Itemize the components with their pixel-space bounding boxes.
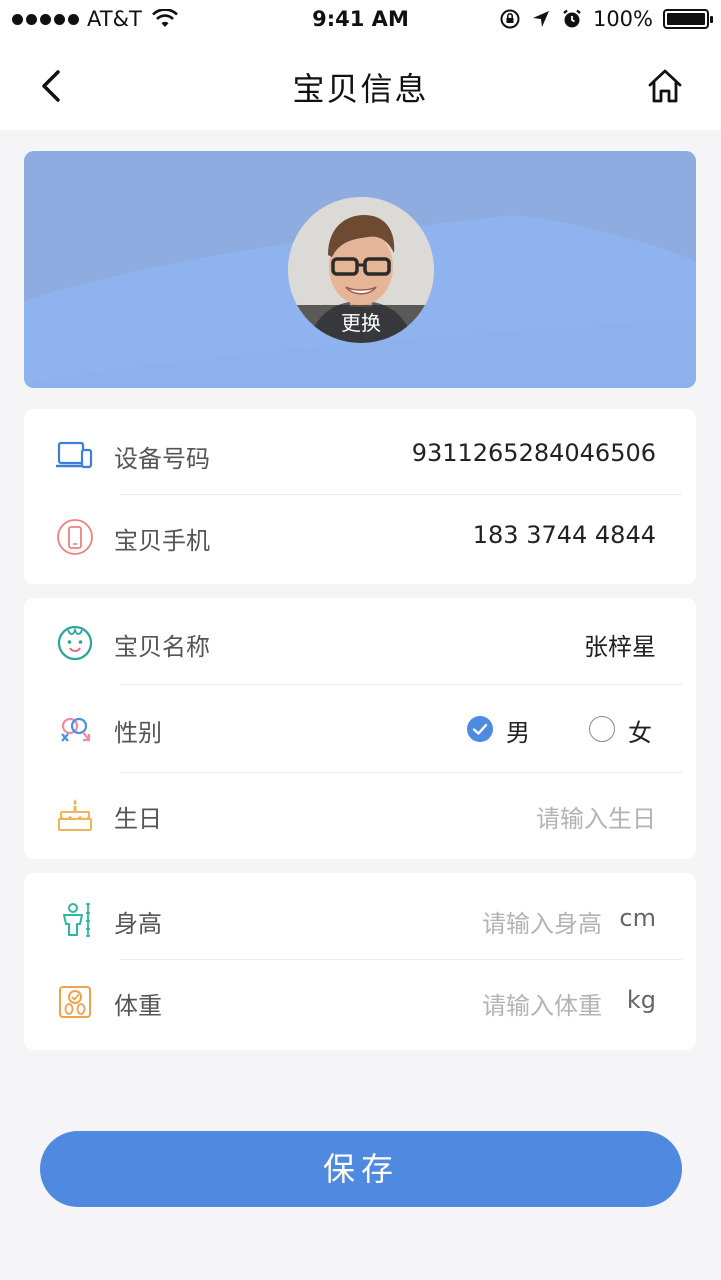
height-icon	[63, 903, 90, 937]
height-label: 身高	[114, 910, 162, 938]
body-measure-card: 身高 请输入身高 cm 体重 请输入体重 kg	[24, 873, 696, 1050]
height-unit: cm	[619, 904, 656, 932]
weight-row: 体重 请输入体重 kg	[24, 961, 696, 1041]
phone-icon	[57, 519, 93, 555]
divider	[120, 494, 682, 495]
birthday-input[interactable]: 请输入生日	[536, 799, 656, 834]
birthday-row[interactable]: 生日 请输入生日	[24, 774, 696, 854]
gender-row: 性别 男 女	[24, 688, 696, 768]
alarm-icon	[563, 9, 581, 28]
gender-male-label[interactable]: 男	[506, 713, 530, 748]
device-info-card: 设备号码 9311265284046506 宝贝手机 183 3744 4844	[24, 409, 696, 584]
height-input[interactable]: 请输入身高	[482, 904, 602, 939]
baby-profile-card: 宝贝名称 张梓星 性别 男 女 生日 请输入生日	[24, 598, 696, 859]
baby-face-icon	[57, 625, 93, 661]
birthday-cake-icon	[58, 799, 92, 831]
weight-input[interactable]: 请输入体重	[482, 986, 602, 1021]
rotation-lock-icon	[500, 9, 520, 29]
weight-label: 体重	[114, 992, 162, 1020]
location-icon	[532, 11, 549, 27]
navigation-bar: 宝贝信息	[0, 40, 721, 130]
check-icon	[472, 723, 488, 735]
device-number-row: 设备号码 9311265284046506	[24, 414, 696, 494]
device-number-label: 设备号码	[114, 445, 210, 473]
weight-unit: kg	[626, 986, 656, 1014]
baby-name-value: 张梓星	[584, 633, 656, 661]
page-title: 宝贝信息	[292, 70, 429, 108]
baby-phone-label: 宝贝手机	[114, 527, 210, 555]
height-row: 身高 请输入身高 cm	[24, 879, 696, 959]
gender-label: 性别	[114, 719, 162, 747]
gender-male-radio[interactable]	[467, 716, 493, 742]
battery-icon	[663, 9, 713, 29]
gender-female-label[interactable]: 女	[628, 713, 652, 748]
birthday-label: 生日	[114, 805, 162, 833]
baby-phone-row: 宝贝手机 183 3744 4844	[24, 496, 696, 576]
status-bar: AT&T 9:41 AM 100%	[0, 0, 721, 40]
device-number-value: 9311265284046506	[411, 439, 656, 467]
divider	[120, 959, 682, 960]
gender-icon	[61, 717, 91, 742]
change-avatar-button[interactable]: 更换	[288, 305, 434, 343]
baby-name-label: 宝贝名称	[114, 633, 210, 661]
avatar[interactable]: 更换	[288, 197, 434, 343]
device-icon	[56, 441, 93, 469]
weight-scale-icon	[59, 986, 91, 1018]
status-right: 100%	[499, 7, 713, 31]
divider	[120, 684, 682, 685]
baby-name-row[interactable]: 宝贝名称 张梓星	[24, 602, 696, 682]
battery-percent: 100%	[592, 7, 653, 31]
baby-phone-value: 183 3744 4844	[472, 521, 656, 549]
save-button[interactable]: 保存	[40, 1131, 682, 1207]
gender-female-radio[interactable]	[589, 716, 615, 742]
profile-banner: 更换	[24, 151, 696, 388]
home-button[interactable]	[645, 66, 685, 106]
divider	[120, 772, 682, 773]
